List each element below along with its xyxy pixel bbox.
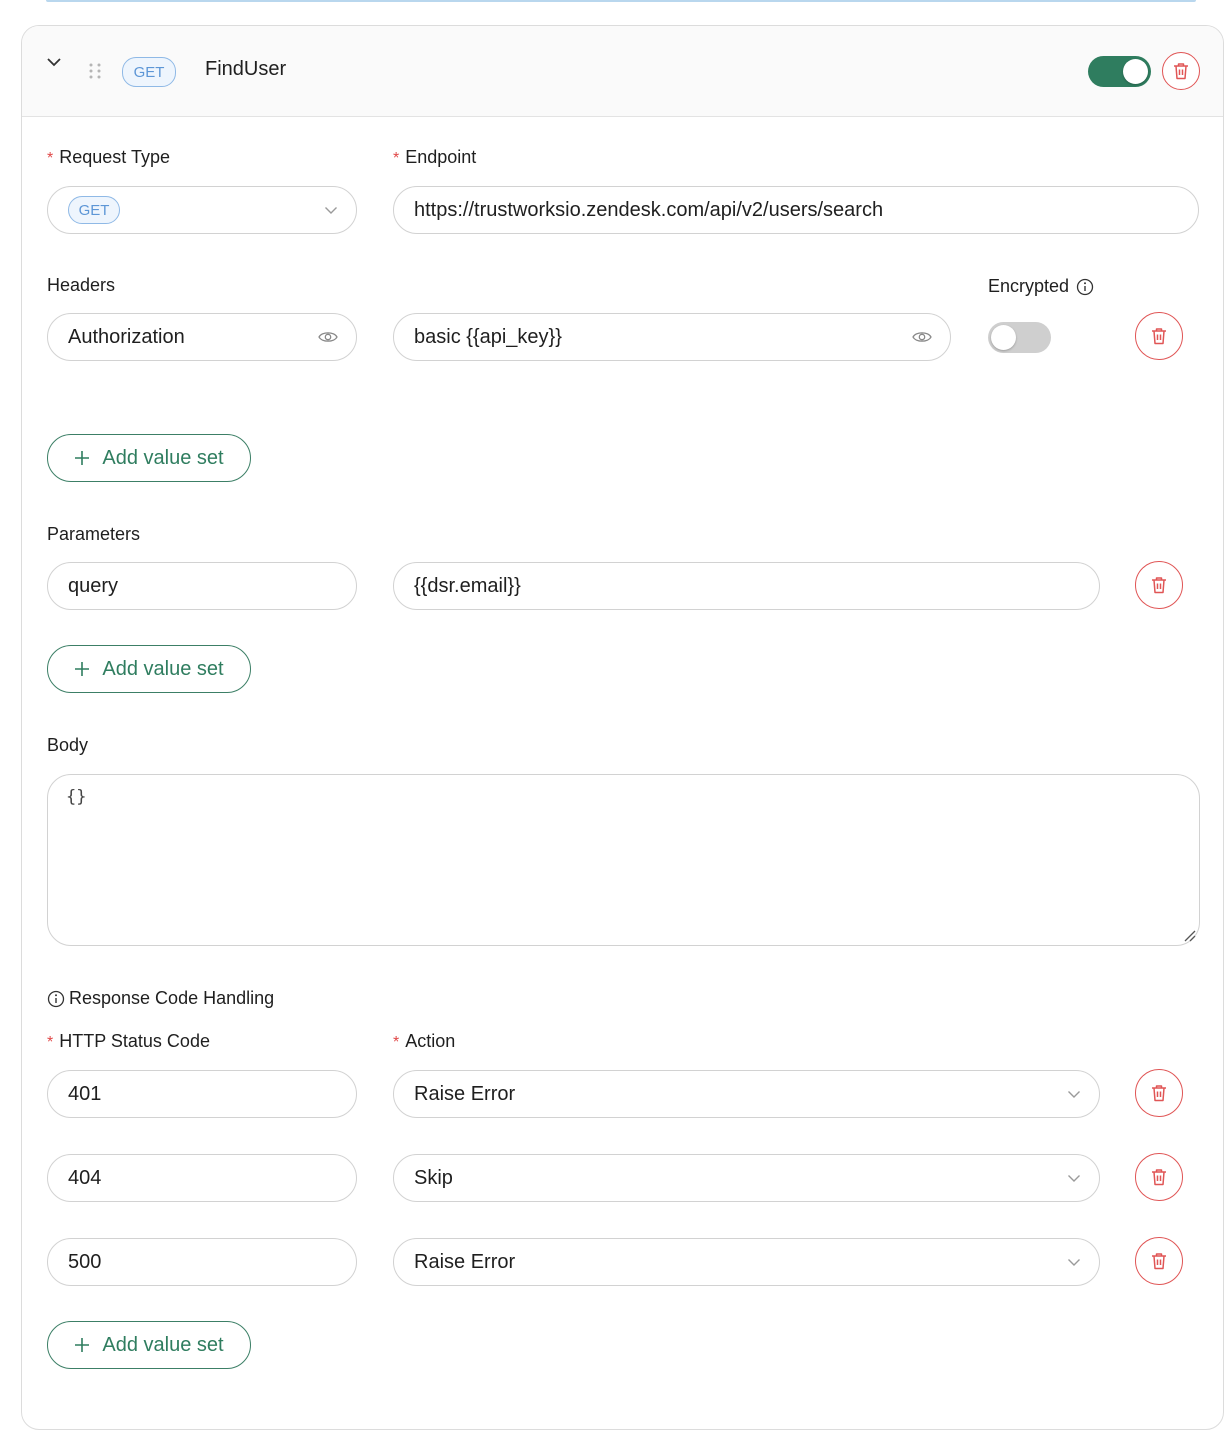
previous-card-edge: [46, 0, 1196, 2]
action-select[interactable]: Raise Error: [393, 1238, 1100, 1286]
parameter-value-input[interactable]: {{dsr.email}}: [393, 562, 1100, 610]
card-header: [22, 26, 1223, 117]
trash-icon: [1151, 327, 1167, 345]
action-select[interactable]: Raise Error: [393, 1070, 1100, 1118]
action-label: * Action: [393, 1031, 455, 1052]
action-label-text: Action: [405, 1031, 456, 1051]
body-value: {}: [66, 787, 87, 807]
header-key-value: Authorization: [68, 325, 185, 348]
add-response-code-label: Add value set: [102, 1333, 224, 1356]
trash-icon: [1173, 62, 1189, 80]
add-parameter-label: Add value set: [102, 657, 224, 680]
status-code-value: 500: [68, 1250, 102, 1273]
required-marker: *: [47, 1034, 54, 1051]
delete-header-button[interactable]: [1135, 312, 1183, 360]
drag-handle-icon[interactable]: [88, 62, 102, 80]
toggle-knob: [991, 325, 1016, 350]
header-value-value: basic {{api_key}}: [414, 325, 562, 348]
status-code-input[interactable]: 404: [47, 1154, 357, 1202]
resize-handle-icon[interactable]: [1180, 926, 1196, 942]
http-status-code-label: * HTTP Status Code: [47, 1031, 210, 1052]
action-value: Raise Error: [414, 1082, 516, 1105]
parameter-value-value: {{dsr.email}}: [414, 574, 521, 597]
step-enabled-toggle[interactable]: [1088, 56, 1151, 87]
header-value-input[interactable]: basic {{api_key}}: [393, 313, 951, 361]
required-marker: *: [393, 1034, 400, 1051]
headers-label: Headers: [47, 275, 116, 295]
eye-icon[interactable]: [318, 330, 338, 344]
eye-icon[interactable]: [912, 330, 932, 344]
chevron-down-icon: [1067, 1257, 1081, 1267]
status-code-value: 401: [68, 1082, 102, 1105]
header-encrypted-toggle[interactable]: [988, 322, 1051, 353]
request-type-value-badge: GET: [68, 196, 120, 224]
trash-icon: [1151, 576, 1167, 594]
header-key-input[interactable]: Authorization: [47, 313, 357, 361]
body-textarea[interactable]: {}: [47, 774, 1200, 946]
trash-icon: [1151, 1252, 1167, 1270]
trash-icon: [1151, 1168, 1167, 1186]
api-step-card: GET FindUser * Request Type * Endpoint GET…: [21, 25, 1224, 1430]
encrypted-label-text: Encrypted: [988, 276, 1070, 296]
plus-icon: [74, 661, 90, 677]
response-handling-title: Response Code Handling: [47, 988, 274, 1009]
add-header-label: Add value set: [102, 446, 224, 469]
status-code-value: 404: [68, 1166, 102, 1189]
chevron-down-icon: [324, 205, 338, 215]
status-code-input[interactable]: 401: [47, 1070, 357, 1118]
endpoint-label: * Endpoint: [393, 147, 476, 168]
endpoint-label-text: Endpoint: [405, 147, 477, 167]
request-type-label: * Request Type: [47, 147, 170, 168]
delete-response-row-button[interactable]: [1135, 1153, 1183, 1201]
status-code-input[interactable]: 500: [47, 1238, 357, 1286]
parameter-key-input[interactable]: query: [47, 562, 357, 610]
toggle-knob: [1123, 59, 1148, 84]
request-type-label-text: Request Type: [59, 147, 170, 167]
delete-response-row-button[interactable]: [1135, 1069, 1183, 1117]
required-marker: *: [393, 150, 400, 167]
chevron-down-icon: [1067, 1089, 1081, 1099]
info-icon[interactable]: [47, 990, 65, 1008]
action-select[interactable]: Skip: [393, 1154, 1100, 1202]
trash-icon: [1151, 1084, 1167, 1102]
action-value: Skip: [414, 1166, 453, 1189]
required-marker: *: [47, 150, 54, 167]
info-icon[interactable]: [1076, 278, 1094, 296]
delete-step-button[interactable]: [1162, 52, 1200, 90]
endpoint-input[interactable]: https://trustworksio.zendesk.com/api/v2/…: [393, 186, 1199, 234]
delete-parameter-button[interactable]: [1135, 561, 1183, 609]
parameter-key-value: query: [68, 574, 119, 597]
endpoint-value: https://trustworksio.zendesk.com/api/v2/…: [414, 198, 884, 221]
chevron-down-icon[interactable]: [46, 56, 62, 68]
add-parameter-button[interactable]: Add value set: [47, 645, 251, 693]
parameters-label: Parameters: [47, 524, 141, 544]
method-badge: GET: [122, 57, 176, 87]
response-handling-title-text: Response Code Handling: [69, 988, 275, 1008]
chevron-down-icon: [1067, 1173, 1081, 1183]
action-value: Raise Error: [414, 1250, 516, 1273]
plus-icon: [74, 1337, 90, 1353]
step-name: FindUser: [205, 58, 287, 80]
http-status-code-label-text: HTTP Status Code: [59, 1031, 210, 1051]
plus-icon: [74, 450, 90, 466]
add-response-code-button[interactable]: Add value set: [47, 1321, 251, 1369]
encrypted-label: Encrypted: [988, 276, 1094, 297]
add-header-button[interactable]: Add value set: [47, 434, 251, 482]
body-label: Body: [47, 735, 89, 755]
delete-response-row-button[interactable]: [1135, 1237, 1183, 1285]
request-type-select[interactable]: GET: [47, 186, 357, 234]
